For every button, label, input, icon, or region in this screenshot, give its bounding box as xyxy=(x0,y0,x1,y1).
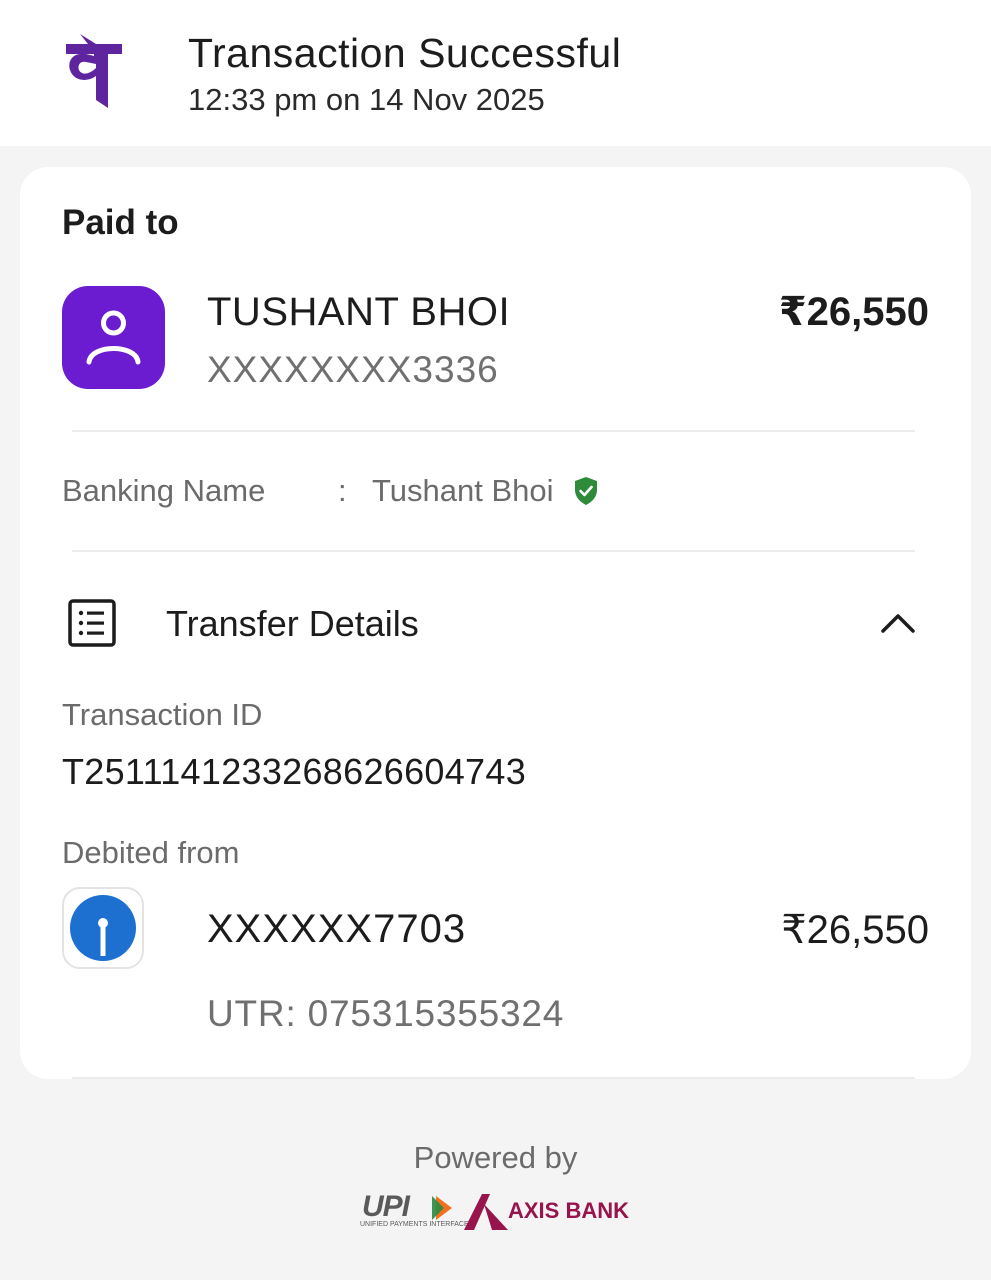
utr-number: UTR: 075315355324 xyxy=(207,993,565,1034)
transaction-id-label: Transaction ID xyxy=(62,697,263,732)
banking-name-value: Tushant Bhoi xyxy=(372,473,554,508)
verified-shield-icon xyxy=(575,477,597,505)
banking-name-label: Banking Name xyxy=(62,473,266,508)
header: Transaction Successful 12:33 pm on 14 No… xyxy=(0,0,991,146)
receipt-list-icon xyxy=(68,599,116,647)
transfer-details-heading[interactable]: Transfer Details xyxy=(166,603,419,645)
paid-to-heading: Paid to xyxy=(62,203,179,242)
powered-by-label: Powered by xyxy=(413,1140,578,1175)
debited-from-label: Debited from xyxy=(62,835,240,870)
divider xyxy=(72,430,915,432)
transaction-timestamp: 12:33 pm on 14 Nov 2025 xyxy=(188,82,545,117)
banking-name-separator: : xyxy=(338,473,347,508)
payee-name: TUSHANT BHOI xyxy=(207,290,511,334)
phonepe-logo xyxy=(66,34,122,108)
sbi-logo xyxy=(62,887,144,969)
person-icon xyxy=(62,286,165,389)
chevron-up-icon[interactable] xyxy=(878,607,918,637)
divider xyxy=(72,1077,915,1079)
divider xyxy=(72,550,915,552)
payee-account: XXXXXXXX3336 xyxy=(207,349,499,390)
upi-arrow-icon xyxy=(432,1196,452,1220)
debit-account: XXXXXX7703 xyxy=(207,907,467,951)
axis-bank-logo xyxy=(464,1194,508,1230)
axis-bank-label: AXIS BANK xyxy=(508,1198,630,1223)
paid-amount: ₹26,550 xyxy=(778,290,929,334)
transaction-card: Paid to TUSHANT BHOI XXXXXXXX3336 ₹26,55… xyxy=(20,167,971,1079)
upi-logo: UPI xyxy=(362,1190,410,1223)
page-title: Transaction Successful xyxy=(188,30,622,76)
debit-amount: ₹26,550 xyxy=(781,908,929,952)
transaction-id-value: T2511141233268626604743 xyxy=(62,751,527,792)
upi-subtext: UNIFIED PAYMENTS INTERFACE xyxy=(360,1221,469,1228)
